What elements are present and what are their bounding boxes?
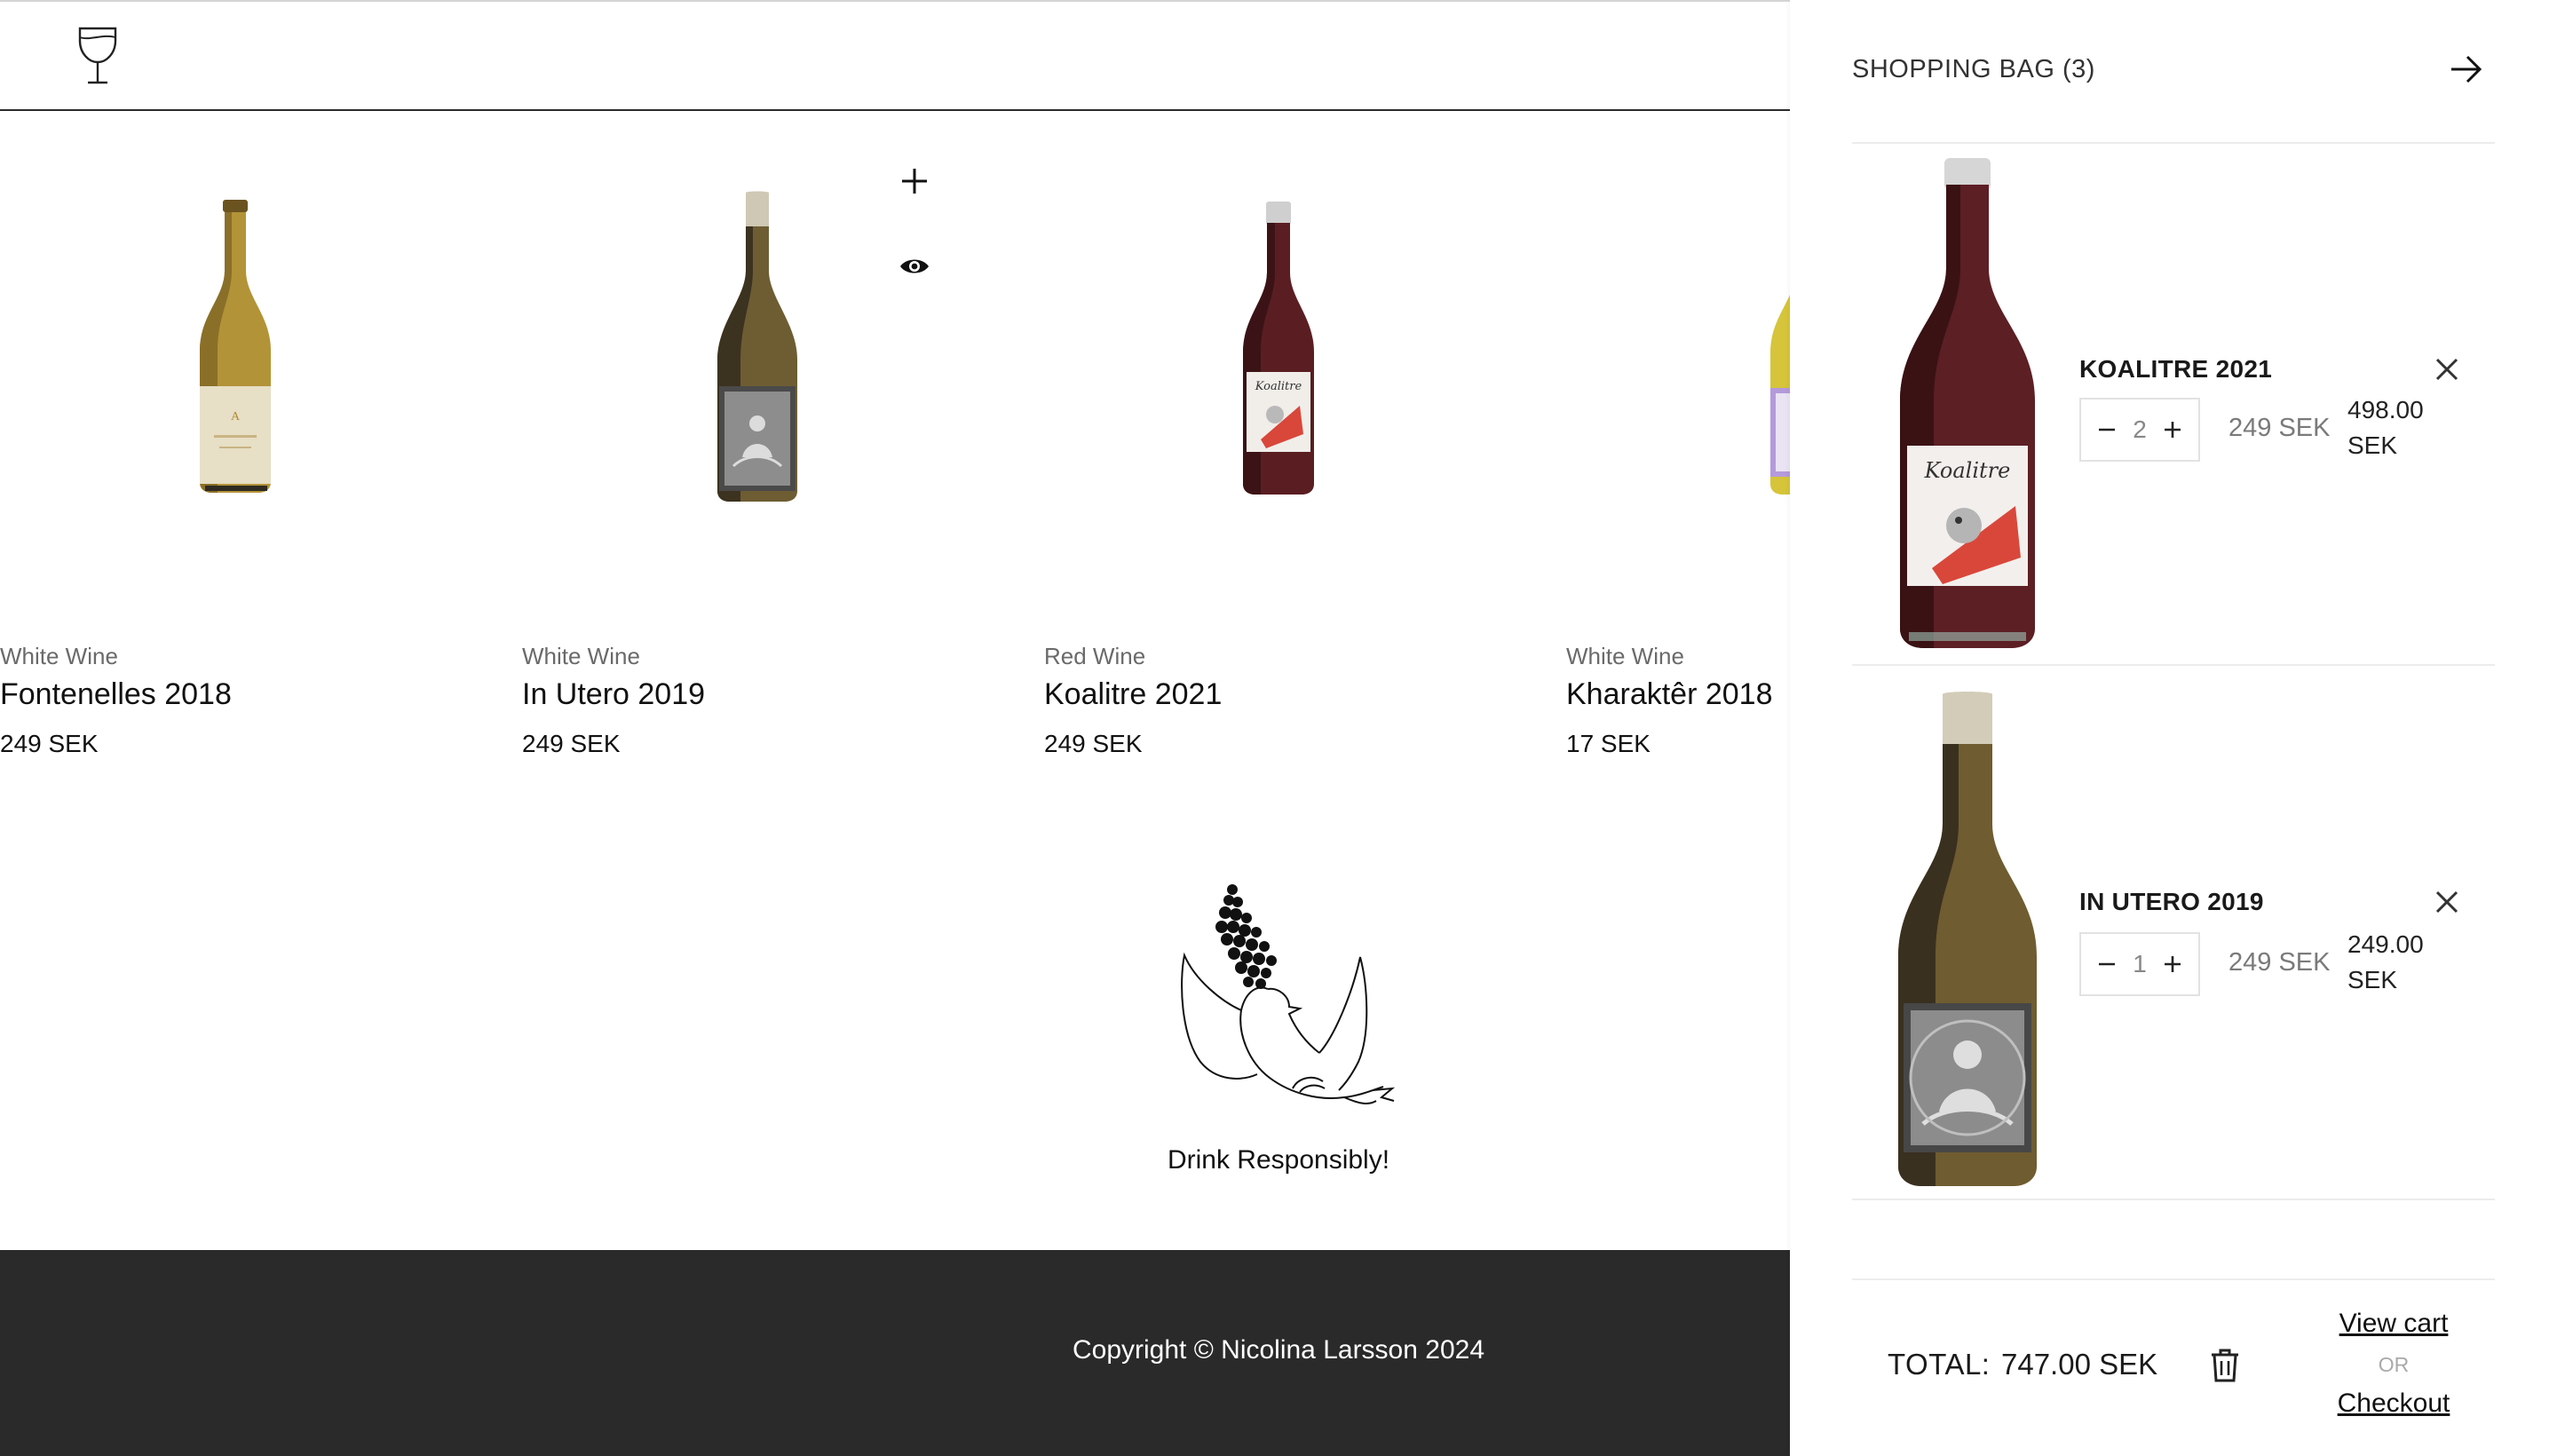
dove-with-grapes-icon [1181,884,1396,1104]
eye-icon[interactable] [895,247,934,286]
minus-icon[interactable] [2094,951,2120,977]
cart-item-image[interactable]: Koalitre [1888,153,2047,650]
remove-item-icon[interactable] [2429,884,2465,920]
product-name[interactable]: Fontenelles 2018 [0,677,232,712]
product-image[interactable] [1566,173,1790,635]
product-price: 249 SEK [522,730,621,757]
white-wine-bottle-image: A [200,200,271,493]
product-price: 249 SEK [1044,730,1143,757]
divider [1852,1199,2495,1200]
wine-glass-logo-icon[interactable] [76,25,119,85]
total-value: 747.00 SEK [2001,1348,2158,1381]
divider [1852,1278,2495,1280]
plus-icon[interactable] [2159,951,2186,977]
or-separator: OR [2378,1353,2410,1376]
arrow-right-close-icon[interactable] [2447,50,2486,89]
product-card[interactable]: A White Wine Fontenelles 2018 249 SEK [0,111,522,786]
product-name[interactable]: Kharaktêr 2018 [1566,677,1773,712]
quantity-stepper[interactable]: 1 [2079,932,2200,996]
product-image[interactable] [522,173,991,635]
cart-item-line-total: 249.00 SEK [2347,927,2445,998]
product-category: Red Wine [1044,643,1146,669]
remove-item-icon[interactable] [2429,352,2465,387]
product-card[interactable]: Koalitre Red Wine Koalitre 2021 249 SEK [1044,111,1566,786]
divider [1852,142,2495,144]
line-total-value: 498.00 [2347,396,2424,423]
product-category: White Wine [1566,643,1684,669]
cart-item-unit-price: 249 SEK [2228,414,2331,442]
total-label: TOTAL: [1888,1348,1991,1381]
product-name[interactable]: Koalitre 2021 [1044,677,1222,712]
plus-icon[interactable] [2159,416,2186,443]
product-image[interactable]: Koalitre [1044,173,1513,635]
cart-item-image[interactable] [1888,691,2047,1188]
plus-icon[interactable] [895,162,934,201]
cart-item: Koalitre KOALITRE 2021 2 249 SEK 498.00 … [1852,153,2495,685]
product-price: 249 SEK [0,730,99,757]
cart-item-name[interactable]: KOALITRE 2021 [2079,355,2272,384]
svg-text:A: A [231,410,241,423]
quantity-value[interactable]: 1 [2133,950,2147,978]
product-card[interactable]: White Wine Kharaktêr 2018 17 SEK [1566,111,1790,786]
site-header [0,2,1790,111]
svg-text:Koalitre: Koalitre [1255,380,1302,393]
white-wine-bottle-image [1770,294,1790,495]
product-price: 17 SEK [1566,730,1651,757]
svg-text:Koalitre: Koalitre [1924,458,2011,483]
drink-responsibly-text: Drink Responsibly! [1167,1145,1390,1175]
line-total-currency: SEK [2347,966,2398,993]
cart-item: IN UTERO 2019 1 249 SEK 249.00 SEK [1852,691,2495,1223]
product-name[interactable]: In Utero 2019 [522,677,705,712]
shopping-bag-title: SHOPPING BAG (3) [1852,55,2095,83]
red-wine-bottle-image: Koalitre [1243,202,1314,495]
product-page: A White Wine Fontenelles 2018 249 SEK Wh… [0,0,1790,1456]
cart-item-name[interactable]: IN UTERO 2019 [2079,888,2264,916]
product-image[interactable]: A [0,173,469,635]
product-card[interactable]: White Wine In Utero 2019 249 SEK [522,111,1044,786]
quantity-value[interactable]: 2 [2133,415,2147,444]
checkout-link[interactable]: Checkout [2305,1389,2482,1419]
orange-wine-bottle-image [717,191,797,502]
minus-icon[interactable] [2094,416,2120,443]
divider [1852,664,2495,666]
product-category: White Wine [0,643,118,669]
shopping-bag-drawer: SHOPPING BAG (3) Koalitre KOALITRE 2021 … [1790,0,2557,1456]
line-total-currency: SEK [2347,431,2398,459]
product-category: White Wine [522,643,640,669]
cart-item-line-total: 498.00 SEK [2347,392,2445,463]
line-total-value: 249.00 [2347,930,2424,958]
view-cart-link[interactable]: View cart [2305,1309,2482,1339]
quantity-stepper[interactable]: 2 [2079,398,2200,462]
cart-item-unit-price: 249 SEK [2228,948,2331,977]
trash-icon[interactable] [2205,1346,2244,1385]
